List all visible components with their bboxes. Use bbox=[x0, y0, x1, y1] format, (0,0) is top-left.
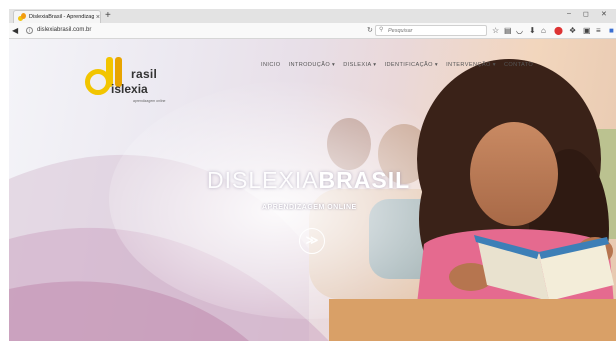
favicon-icon bbox=[18, 13, 26, 21]
main-menu: INICIO INTRODUÇÃO ▾ DISLEXIA ▾ IDENTIFIC… bbox=[261, 62, 533, 68]
tab-title: DislexiaBrasil - Aprendizag bbox=[29, 14, 94, 20]
tab-close-icon[interactable]: × bbox=[96, 14, 100, 21]
info-icon[interactable]: i bbox=[26, 27, 33, 34]
web-page: rasil islexia aprendizagem online INICIO… bbox=[9, 39, 616, 341]
menu-item-inicio[interactable]: INICIO bbox=[261, 62, 281, 68]
reload-icon[interactable]: ↻ bbox=[367, 26, 373, 34]
menu-item-introducao[interactable]: INTRODUÇÃO ▾ bbox=[289, 62, 336, 68]
navigation-bar: ◀ i dislexiabrasil.com.br ↻ ⚲ ☆ ▤ ◡ ⬇ ⌂ … bbox=[9, 23, 616, 39]
home-icon[interactable]: ⌂ bbox=[541, 26, 546, 36]
profile-icon[interactable]: ■ bbox=[609, 26, 614, 36]
hero-subtitle: APRENDIZAGEM ONLINE bbox=[262, 204, 357, 211]
address-bar[interactable]: dislexiabrasil.com.br bbox=[37, 27, 91, 33]
scroll-down-button[interactable]: ≫ bbox=[299, 228, 325, 254]
maximize-icon[interactable]: ◻ bbox=[583, 10, 589, 18]
screenshot-frame: DislexiaBrasil - Aprendizag × + – ◻ ✕ ◀ … bbox=[0, 0, 616, 349]
pocket-icon[interactable]: ◡ bbox=[516, 26, 523, 36]
menu-item-dislexia[interactable]: DISLEXIA ▾ bbox=[343, 62, 376, 68]
new-tab-button[interactable]: + bbox=[105, 10, 111, 22]
hero-title: DISLEXIABRASIL bbox=[207, 167, 410, 194]
window-close-icon[interactable]: ✕ bbox=[601, 10, 607, 18]
hero-title-bold: BRASIL bbox=[318, 167, 411, 193]
minimize-icon[interactable]: – bbox=[567, 10, 571, 17]
bookmark-star-icon[interactable]: ☆ bbox=[492, 26, 499, 36]
menu-icon[interactable]: ≡ bbox=[596, 26, 601, 36]
back-arrow-icon[interactable]: ◀ bbox=[12, 26, 18, 36]
site-logo[interactable]: rasil islexia aprendizagem online bbox=[85, 57, 185, 117]
browser-tab[interactable]: DislexiaBrasil - Aprendizag × bbox=[13, 10, 101, 23]
tab-bar: DislexiaBrasil - Aprendizag × + – ◻ ✕ bbox=[9, 9, 616, 23]
logo-tagline: aprendizagem online bbox=[133, 99, 166, 103]
desk bbox=[329, 299, 616, 341]
browser-window: DislexiaBrasil - Aprendizag × + – ◻ ✕ ◀ … bbox=[9, 9, 616, 341]
menu-item-intervencao[interactable]: INTERVENÇÃO ▾ bbox=[446, 62, 496, 68]
reader-icon[interactable]: ▤ bbox=[504, 26, 512, 36]
menu-item-contato[interactable]: CONTATO bbox=[504, 62, 533, 68]
hero-title-light: DISLEXIA bbox=[207, 167, 319, 193]
search-input[interactable] bbox=[388, 28, 478, 34]
adblock-icon[interactable]: ⬤ bbox=[554, 26, 563, 36]
extension-icon[interactable]: ❖ bbox=[569, 26, 576, 36]
logo-text-brasil: rasil bbox=[131, 67, 158, 81]
logo-text-dislexia: islexia bbox=[111, 82, 148, 96]
search-box[interactable]: ⚲ bbox=[375, 25, 487, 36]
menu-item-identificacao[interactable]: IDENTIFICAÇÃO ▾ bbox=[385, 62, 439, 68]
download-icon[interactable]: ⬇ bbox=[529, 26, 536, 36]
search-icon: ⚲ bbox=[379, 27, 384, 33]
sidebar-icon[interactable]: ▣ bbox=[583, 26, 591, 36]
